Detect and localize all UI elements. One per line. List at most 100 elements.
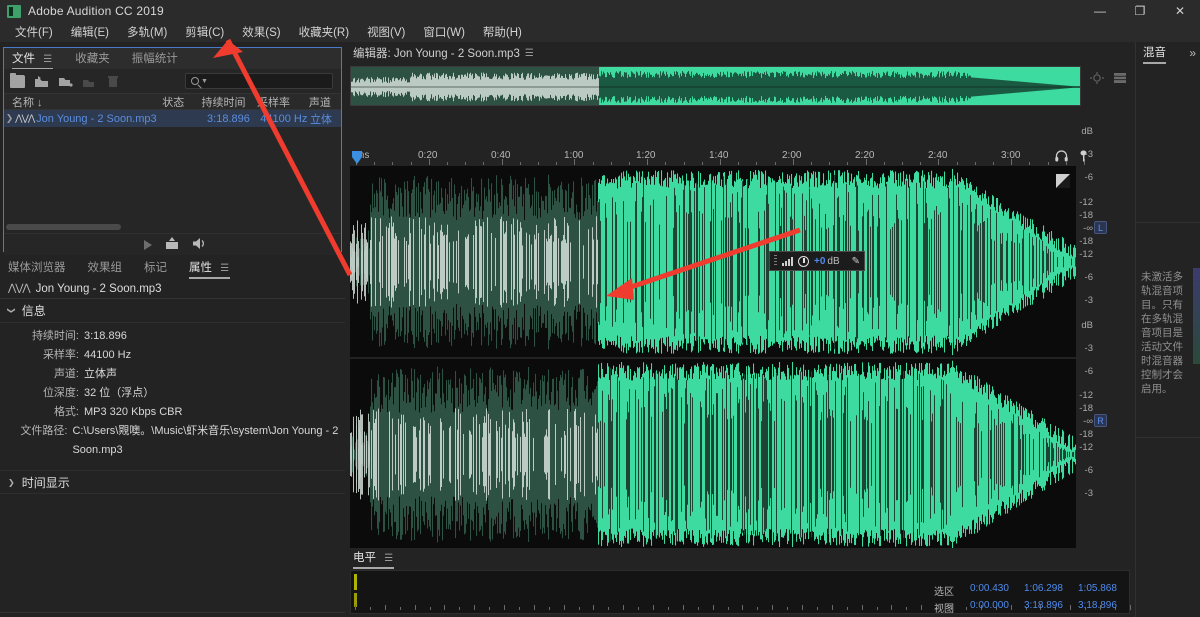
mixer-note: 未激活多轨混音项目。只有在多轨混音项目是活动文件时混音器控制才会启用。 [1141, 270, 1183, 396]
db-label-l-4: -18 [1079, 210, 1093, 221]
info-section-header[interactable]: ❯ 信息 [0, 299, 345, 323]
import-file-icon[interactable] [34, 75, 49, 88]
time-ruler[interactable]: ms 0:20 0:40 1:00 1:20 1:40 2:00 2:20 2:… [350, 150, 1081, 166]
drag-handle-icon[interactable] [774, 255, 777, 267]
status-selection-duration: 1:05.868 [1078, 583, 1132, 598]
gain-knob-icon[interactable] [798, 256, 809, 267]
search-input[interactable]: ▼ [185, 73, 333, 89]
channel-badge-left[interactable]: L [1094, 221, 1107, 234]
bar-chart-icon[interactable] [782, 257, 793, 266]
time-display-section-label: 时间显示 [22, 474, 70, 491]
tab-properties-label: 属性 [189, 262, 212, 274]
file-channels-cell: 立体 [310, 111, 341, 127]
properties-file-name: Jon Young - 2 Soon.mp3 [36, 283, 162, 295]
panel-menu-icon[interactable]: ☰ [220, 263, 230, 274]
new-file-icon[interactable] [58, 75, 73, 88]
files-panel: 文件 ☰ 收藏夹 振幅统计 [3, 47, 342, 252]
tab-levels-label: 电平 [353, 552, 376, 564]
playhead-marker-icon[interactable] [350, 150, 366, 166]
gain-hud[interactable]: +0 dB ✎ [769, 251, 865, 271]
gain-value[interactable]: +0 [814, 256, 825, 267]
status-view-duration: 3:18.896 [1078, 600, 1132, 615]
speaker-icon[interactable] [192, 237, 208, 253]
tab-levels[interactable]: 电平 ☰ [353, 549, 394, 567]
menu-effects[interactable]: 效果(S) [233, 22, 289, 42]
info-section-label: 信息 [22, 302, 46, 319]
menu-view[interactable]: 视图(V) [358, 22, 414, 42]
info-row-duration: 持续时间: 3:18.896 [0, 327, 345, 346]
panel-menu-icon[interactable]: ☰ [384, 553, 394, 564]
waveform-icon: ⋀⋁⋀ [8, 283, 30, 294]
db-label-l-1: -3 [1085, 149, 1093, 160]
table-row[interactable]: ❯ ⋀⋁⋀ Jon Young - 2 Soon.mp3 3:18.896 44… [4, 110, 341, 127]
tab-favorites[interactable]: 收藏夹 [75, 50, 110, 68]
info-key: 格式: [0, 403, 84, 422]
expand-arrow-icon[interactable]: ❯ [4, 113, 15, 124]
waveform-icon: ⋀⋁⋀ [15, 113, 28, 124]
maximize-button[interactable]: ❐ [1120, 0, 1160, 22]
pin-icon[interactable]: ✎ [852, 256, 860, 267]
close-button[interactable]: ✕ [1160, 0, 1200, 22]
minimize-button[interactable]: — [1080, 0, 1120, 22]
menu-clip[interactable]: 剪辑(C) [176, 22, 233, 42]
tab-files[interactable]: 文件 ☰ [12, 50, 53, 68]
menu-help[interactable]: 帮助(H) [474, 22, 531, 42]
status-row-view: 视图 0:00.000 3:18.896 3:18.896 [934, 600, 1132, 615]
time-display-section-header[interactable]: ❯ 时间显示 [0, 470, 345, 494]
menu-favorites[interactable]: 收藏夹(R) [290, 22, 358, 42]
panel-menu-icon[interactable]: ☰ [525, 48, 535, 59]
waveform-display[interactable] [350, 166, 1076, 551]
info-key: 位深度: [0, 384, 84, 403]
history-panel-tabs: 历史记录 视频 ☰ [0, 613, 345, 617]
db-label-l-0: dB [1081, 126, 1093, 137]
column-header-duration[interactable]: 持续时间 [202, 94, 257, 110]
title-bar: Adobe Audition CC 2019 — ❐ ✕ [0, 0, 1200, 22]
tab-markers[interactable]: 标记 [144, 259, 167, 277]
menu-window[interactable]: 窗口(W) [414, 22, 474, 42]
ruler-label-5: 1:40 [709, 150, 728, 161]
expand-panel-icon[interactable]: » [1189, 46, 1196, 60]
panel-menu-icon[interactable]: ☰ [43, 54, 53, 65]
status-selection-label: 选区 [934, 583, 970, 598]
files-horizontal-scrollbar[interactable] [4, 224, 341, 233]
channel-collapse-icon[interactable] [1056, 174, 1070, 188]
column-header-samplerate[interactable]: 采样率 [257, 94, 309, 110]
info-key: 文件路径: [0, 422, 72, 460]
properties-panel: 媒体浏览器 效果组 标记 属性 ☰ ⋀⋁⋀ Jon Young - 2 Soon… [0, 257, 345, 612]
window-controls: — ❐ ✕ [1080, 0, 1200, 22]
menu-multitrack[interactable]: 多轨(M) [118, 22, 176, 42]
status-selection-end: 1:06.298 [1024, 583, 1078, 598]
mixer-fader-strip[interactable] [1193, 268, 1200, 364]
zoom-tool-icon[interactable] [1090, 72, 1104, 84]
tab-properties[interactable]: 属性 ☰ [189, 259, 230, 277]
waveform-svg [350, 166, 1076, 551]
menu-file[interactable]: 文件(F) [6, 22, 62, 42]
tab-amplitude-stats[interactable]: 振幅统计 [132, 50, 178, 68]
channel-badge-right[interactable]: R [1094, 414, 1107, 427]
editor-title: 编辑器: Jon Young - 2 Soon.mp3 [353, 45, 520, 61]
column-header-channels[interactable]: 声道 [309, 94, 341, 110]
open-file-icon[interactable] [10, 75, 25, 88]
menu-edit[interactable]: 编辑(E) [62, 22, 118, 42]
db-label-r-1: -3 [1085, 343, 1093, 354]
file-name-cell: Jon Young - 2 Soon.mp3 [28, 113, 169, 125]
mixer-divider [1136, 222, 1200, 223]
db-label-l-5: -∞ [1083, 223, 1093, 234]
db-label-r-8: -6 [1085, 465, 1093, 476]
play-icon[interactable] [144, 240, 152, 250]
status-view-end: 3:18.896 [1024, 600, 1078, 615]
headphones-icon[interactable] [1055, 150, 1068, 165]
info-key: 声道: [0, 365, 84, 384]
tab-media-browser[interactable]: 媒体浏览器 [8, 259, 66, 277]
scrollbar-thumb[interactable] [6, 224, 121, 230]
insert-multitrack-icon[interactable] [165, 237, 179, 253]
column-header-state[interactable]: 状态 [162, 94, 201, 110]
properties-file-header: ⋀⋁⋀ Jon Young - 2 Soon.mp3 [0, 279, 345, 299]
mixer-panel-tabs: 混音 » [1136, 42, 1200, 64]
db-label-r-4: -18 [1079, 403, 1093, 414]
column-header-name[interactable]: 名称 ↓ [4, 94, 162, 110]
overview-waveform[interactable] [350, 66, 1081, 106]
layout-grid-icon[interactable] [1113, 72, 1127, 84]
tab-mixer[interactable]: 混音 [1143, 44, 1166, 62]
tab-effects-rack[interactable]: 效果组 [88, 259, 123, 277]
